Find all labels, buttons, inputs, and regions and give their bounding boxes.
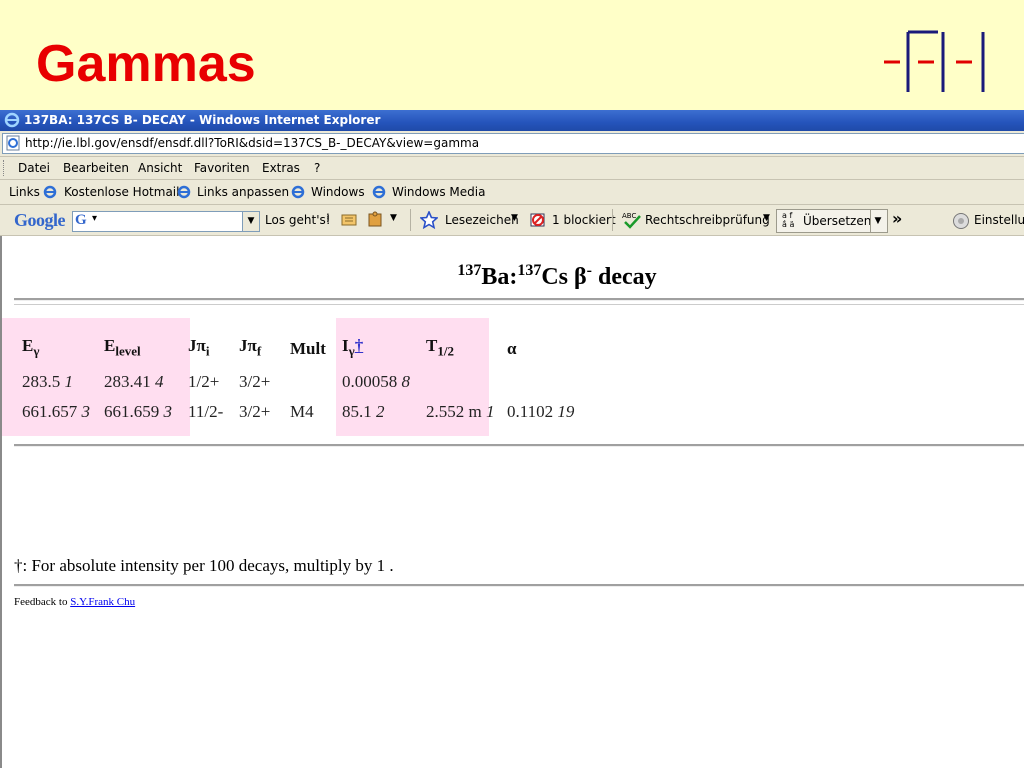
news-icon[interactable]	[340, 211, 358, 229]
footnote: †: For absolute intensity per 100 decays…	[14, 556, 394, 575]
window-title: 137BA: 137CS B- DECAY - Windows Internet…	[24, 113, 381, 127]
header-i-gamma: Iγ†	[342, 336, 364, 359]
address-bar: http://ie.lbl.gov/ensdf/ensdf.dll?ToRI&d…	[0, 131, 1024, 157]
url-text: http://ie.lbl.gov/ensdf/ensdf.dll?ToRI&d…	[25, 136, 480, 150]
feedback-line: Feedback to S.Y.Frank Chu	[14, 596, 136, 608]
menu-help[interactable]: ?	[314, 161, 320, 175]
header-alpha: α	[507, 339, 517, 358]
menu-datei[interactable]: Datei	[18, 161, 50, 175]
menu-extras[interactable]: Extras	[262, 161, 300, 175]
divider	[14, 444, 1024, 447]
divider	[14, 298, 1024, 301]
translate-button: Übersetzen	[803, 214, 872, 228]
cell-jpi-i: 11/2-	[188, 402, 224, 421]
divider	[14, 584, 1024, 587]
chevron-down-icon[interactable]: ▼	[870, 210, 885, 232]
cell-t-half: 2.552 m 1	[426, 402, 495, 421]
link-links-anpassen[interactable]: Links anpassen	[197, 185, 289, 199]
header-e-level: Elevel	[104, 336, 141, 359]
star-icon[interactable]	[420, 211, 438, 229]
blocked-count[interactable]: 1 blockiert	[552, 213, 616, 227]
slide-title: Gammas	[36, 35, 256, 93]
cell-i-gamma: 85.1 2	[342, 402, 385, 421]
cell-jpi-f: 3/2+	[239, 402, 271, 421]
cell-i-gamma: 0.00058 8	[342, 372, 410, 391]
heading-cs: Cs β	[541, 264, 587, 290]
toolbar-separator	[612, 209, 613, 231]
page-title: 137Ba:137Cs β- decay	[2, 262, 1024, 291]
header-e-gamma: Eγ	[22, 336, 40, 359]
heading-cs-mass: 137	[517, 262, 542, 279]
menu-favoriten[interactable]: Favoriten	[194, 161, 250, 175]
cell-mult: M4	[290, 402, 314, 421]
chevron-down-icon[interactable]: ▼	[242, 212, 259, 231]
menu-bar: Datei Bearbeiten Ansicht Favoriten Extra…	[0, 157, 1024, 180]
browser-window: 137BA: 137CS B- DECAY - Windows Internet…	[0, 110, 1024, 768]
translate-box[interactable]: a fắ ä Übersetzen ▼	[776, 209, 888, 233]
chevron-down-icon: ▾	[92, 213, 98, 224]
slide-header: Gammas	[0, 0, 1024, 110]
toolbar-grip[interactable]	[3, 160, 7, 176]
cell-e-level: 661.659 3	[104, 402, 172, 421]
google-logo[interactable]: Google	[14, 210, 66, 231]
menu-bearbeiten[interactable]: Bearbeiten	[63, 161, 129, 175]
header-jpi-i: Jπi	[188, 336, 210, 359]
google-g-icon: G	[75, 212, 87, 228]
settings-icon[interactable]	[952, 212, 970, 230]
ie-page-icon	[291, 185, 305, 199]
spellcheck-icon[interactable]: ABC	[622, 211, 642, 229]
link-hotmail[interactable]: Kostenlose Hotmail	[64, 185, 179, 199]
google-search-button[interactable]: Los geht's!	[265, 213, 331, 227]
google-logo-text: Google	[14, 210, 66, 230]
cell-e-gamma: 283.5 1	[22, 372, 73, 391]
spellcheck-button[interactable]: Rechtschreibprüfung	[645, 213, 770, 227]
separator-icon: ⁞	[326, 211, 330, 225]
header-jpi-f: Jπf	[239, 336, 262, 359]
page-content: 137Ba:137Cs β- decay Eγ Elevel Jπi Jπf M…	[0, 236, 1024, 768]
settings-button[interactable]: Einstellung	[974, 213, 1024, 227]
translate-icon: a fắ ä	[782, 211, 795, 229]
feedback-link[interactable]: S.Y.Frank Chu	[70, 596, 135, 608]
address-field[interactable]: http://ie.lbl.gov/ensdf/ensdf.dll?ToRI&d…	[2, 133, 1024, 154]
ie-page-icon	[372, 185, 386, 199]
ie-icon	[4, 112, 20, 128]
menu-ansicht[interactable]: Ansicht	[138, 161, 182, 175]
toolbar-separator	[410, 209, 411, 231]
page-icon	[6, 135, 20, 151]
svg-text:ABC: ABC	[622, 212, 636, 220]
more-chevron-icon[interactable]: »	[892, 209, 902, 228]
cell-jpi-i: 1/2+	[188, 372, 220, 391]
ie-page-icon	[177, 185, 191, 199]
ie-page-icon	[43, 185, 57, 199]
header-mult: Mult	[290, 339, 326, 358]
link-windows[interactable]: Windows	[311, 185, 365, 199]
google-search-input[interactable]: G ▾ ▼	[72, 211, 260, 232]
popup-blocker-icon[interactable]	[529, 211, 547, 229]
google-toolbar: Google G ▾ ▼ Los geht's! ⁞ ▼ Lesezeichen…	[0, 205, 1024, 236]
fh-logo	[884, 30, 985, 92]
links-bar: Links Kostenlose Hotmail Links anpassen …	[0, 180, 1024, 205]
heading-ba: Ba:	[481, 264, 518, 290]
cell-e-level: 283.41 4	[104, 372, 164, 391]
title-bar[interactable]: 137BA: 137CS B- DECAY - Windows Internet…	[0, 110, 1024, 131]
heading-decay: decay	[592, 264, 657, 290]
chevron-down-icon[interactable]: ▼	[511, 213, 518, 223]
cell-alpha: 0.1102 19	[507, 402, 575, 421]
link-windows-media[interactable]: Windows Media	[392, 185, 485, 199]
bookmarks-button[interactable]: Lesezeichen	[445, 213, 519, 227]
heading-ba-mass: 137	[457, 262, 482, 279]
chevron-down-icon[interactable]: ▼	[763, 213, 770, 223]
dagger-link[interactable]: †	[355, 336, 364, 355]
chevron-down-icon[interactable]: ▼	[390, 213, 397, 223]
header-t-half: T1/2	[426, 336, 454, 359]
puzzle-icon[interactable]	[366, 211, 384, 229]
cell-e-gamma: 661.657 3	[22, 402, 90, 421]
divider	[14, 304, 1024, 305]
links-label: Links	[9, 185, 40, 199]
cell-jpi-f: 3/2+	[239, 372, 271, 391]
